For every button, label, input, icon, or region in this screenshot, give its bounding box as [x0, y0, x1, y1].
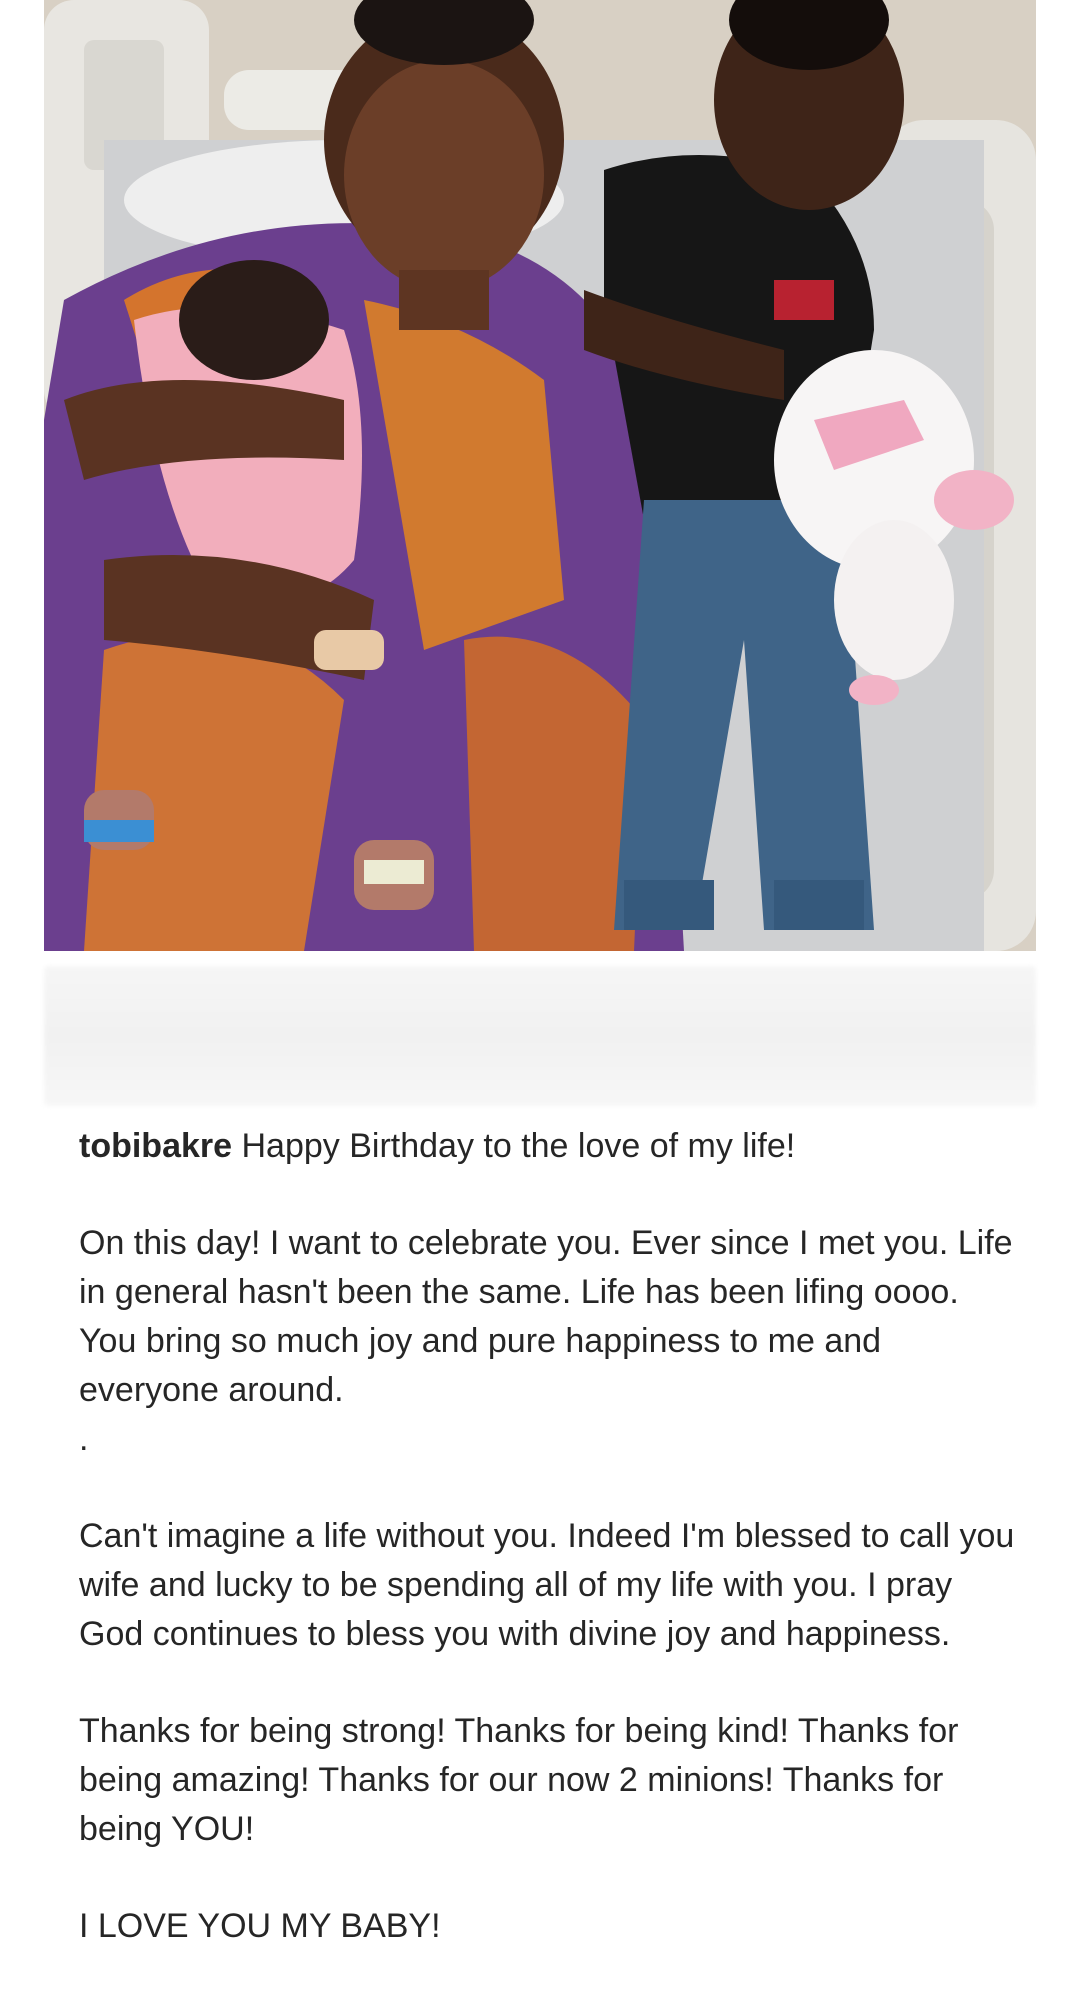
post-caption: tobibakre Happy Birthday to the love of …: [79, 1122, 1019, 1951]
username-link[interactable]: tobibakre: [79, 1127, 232, 1165]
caption-paragraph-1: On this day! I want to celebrate you. Ev…: [79, 1224, 1013, 1409]
caption-paragraph-4: I LOVE YOU MY BABY!: [79, 1907, 441, 1945]
caption-paragraph-3: Thanks for being strong! Thanks for bein…: [79, 1712, 959, 1848]
post-photo[interactable]: [44, 0, 1036, 951]
family-hospital-photo: [44, 0, 1036, 951]
obscured-region: [44, 966, 1036, 1106]
caption-heading-text: Happy Birthday to the love of my life!: [241, 1127, 796, 1165]
caption-first-line: tobibakre Happy Birthday to the love of …: [79, 1122, 1019, 1171]
caption-separator-dot: .: [79, 1420, 89, 1458]
instagram-post: tobibakre Happy Birthday to the love of …: [0, 0, 1080, 1992]
caption-paragraph-2: Can't imagine a life without you. Indeed…: [79, 1517, 1015, 1653]
